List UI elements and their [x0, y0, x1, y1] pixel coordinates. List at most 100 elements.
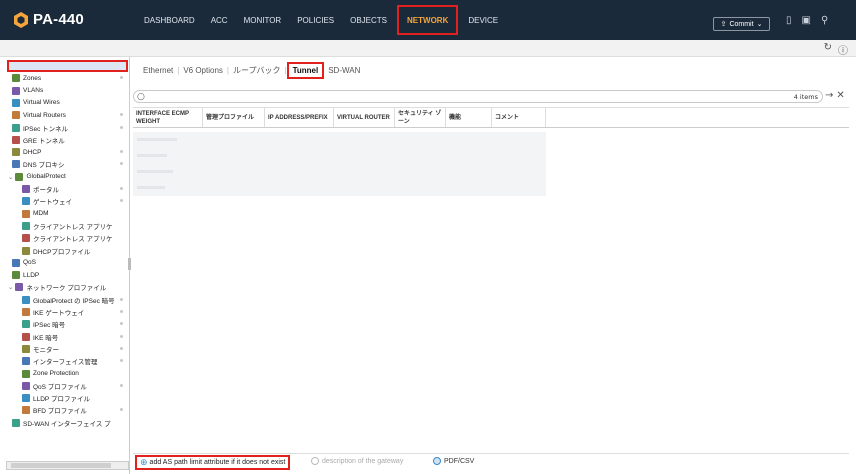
column-header[interactable]: コメント [492, 108, 546, 127]
commit-button[interactable]: ⇪ Commit ⌄ [713, 17, 770, 31]
redacted-table-rows [133, 132, 546, 196]
chevron-down-icon[interactable]: ⌄ [8, 283, 13, 291]
sidebar-item[interactable]: LLDP [12, 269, 129, 281]
delete-button[interactable]: description of the gateway [311, 457, 403, 465]
sidebar-resize-handle[interactable] [128, 258, 131, 270]
column-header[interactable]: 機能 [446, 108, 492, 127]
help-icon[interactable]: ⓘ [838, 42, 848, 57]
sidebar-item[interactable]: Zones [12, 72, 129, 84]
sidebar-item[interactable]: IKE ゲートウェイ [22, 306, 129, 318]
sidebar-item-label: Zones [23, 74, 42, 82]
sidebar-horizontal-scrollbar[interactable] [6, 461, 129, 470]
column-header[interactable]: VIRTUAL ROUTER [334, 108, 395, 127]
sidebar-item[interactable]: ゲートウェイ [22, 195, 129, 207]
header-tools: ▯ ▣ ⚲ [786, 15, 828, 26]
interface-mgmt-icon [22, 357, 30, 366]
tab-loopback[interactable]: ループバック [229, 65, 285, 76]
scrollbar-thumb[interactable] [11, 463, 111, 468]
sidebar-item[interactable]: SD-WAN インターフェイス プ [12, 417, 129, 429]
tab-sd-wan[interactable]: SD-WAN [324, 66, 364, 75]
sidebar-item[interactable]: LLDP プロファイル [22, 392, 129, 404]
sidebar-item-label: DHCPプロファイル [33, 248, 91, 256]
clear-filter-icon[interactable]: ✕ [836, 90, 844, 101]
column-header[interactable]: 管理プロファイル [203, 108, 265, 127]
sidebar-item[interactable]: VLANs [12, 85, 129, 97]
nav-objects[interactable]: OBJECTS [342, 0, 395, 40]
table-row [137, 186, 165, 189]
config-lock-icon[interactable]: ▯ [786, 15, 792, 26]
add-button[interactable]: ⊕ add AS path limit attribute if it does… [135, 455, 291, 470]
search-icon: ○ [137, 92, 145, 102]
column-header[interactable]: INTERFACE ECMP WEIGHT [133, 108, 203, 127]
apply-filter-icon[interactable]: → [825, 90, 833, 101]
sidebar-item[interactable]: GRE トンネル [12, 134, 129, 146]
sidebar-item[interactable]: DHCPプロファイル [22, 245, 129, 257]
sidebar-item[interactable]: クライアントレス アプリケ [22, 220, 129, 232]
sidebar-item[interactable]: ⌄ ネットワーク プロファイル [8, 281, 129, 293]
config-save-icon[interactable]: ▣ [802, 15, 811, 26]
zones-icon [12, 74, 20, 83]
sidebar-item[interactable]: BFD プロファイル [22, 404, 129, 416]
sidebar-item[interactable]: DHCP [12, 146, 129, 158]
qos-icon [12, 258, 20, 267]
search-icon[interactable]: ⚲ [821, 15, 828, 26]
sidebar-item-label: DHCP [23, 148, 42, 156]
sidebar-item[interactable]: Zone Protection [22, 368, 129, 380]
sidebar-item[interactable]: インターフェイス管理 [22, 355, 129, 367]
sidebar-item[interactable]: IPSec トンネル [12, 122, 129, 134]
sidebar-item-label: DNS プロキシ [23, 162, 65, 170]
status-dot [120, 322, 123, 326]
tab-tunnel[interactable]: Tunnel [286, 62, 325, 79]
filter-input[interactable]: ○ 4 items [133, 90, 823, 103]
nav-acc[interactable]: ACC [203, 0, 236, 40]
sidebar-item[interactable]: QoS プロファイル [22, 380, 129, 392]
interface-tabs: Ethernet | V6 Options | ループバック | Tunnel … [139, 62, 364, 79]
sidebar-item[interactable]: クライアントレス アプリケ [22, 232, 129, 244]
item-count: 4 items [793, 93, 818, 101]
chevron-down-icon: ⌄ [756, 21, 763, 28]
nav-device[interactable]: DEVICE [460, 0, 506, 40]
status-dot [120, 76, 123, 80]
sidebar-item-label: IPSec トンネル [23, 125, 69, 133]
sidebar-tree: インターフェイスZonesVLANsVirtual WiresVirtual R… [0, 57, 130, 474]
clientless-app-icon [22, 221, 30, 230]
app-logo[interactable]: PA-440 [14, 11, 84, 28]
nav-monitor[interactable]: MONITOR [236, 0, 290, 40]
tunnel-interface-table: INTERFACE ECMP WEIGHT 管理プロファイル IP ADDRES… [133, 107, 849, 128]
sidebar-item[interactable]: ⌄ GlobalProtect [8, 171, 129, 183]
sidebar-item[interactable]: DNS プロキシ [12, 158, 129, 170]
gre-tunnel-icon [12, 135, 20, 144]
top-navigation-bar: PA-440 DASHBOARD ACC MONITOR POLICIES OB… [0, 0, 856, 40]
filter-actions: → ✕ [825, 90, 845, 101]
sidebar-item[interactable]: IKE 暗号 [22, 331, 129, 343]
nav-policies[interactable]: POLICIES [289, 0, 342, 40]
sidebar-item[interactable]: ポータル [22, 183, 129, 195]
sidebar-item-label: SD-WAN インターフェイス プ [23, 420, 111, 428]
tab-ethernet[interactable]: Ethernet [139, 66, 177, 75]
table-row [137, 138, 177, 141]
sidebar-item[interactable]: MDM [22, 208, 129, 220]
sidebar-item[interactable]: Virtual Wires [12, 97, 129, 109]
sidebar-item[interactable]: GlobalProtect の IPSec 暗号 [22, 294, 129, 306]
column-header[interactable]: IP ADDRESS/PREFIX [265, 108, 334, 127]
sidebar-item-label: VLANs [23, 87, 44, 95]
sidebar-item[interactable]: Virtual Routers [12, 109, 129, 121]
nav-dashboard[interactable]: DASHBOARD [136, 0, 203, 40]
add-label: add AS path limit attribute if it does n… [149, 459, 286, 466]
status-dot [120, 383, 123, 387]
chevron-down-icon[interactable]: ⌄ [8, 173, 13, 181]
refresh-icon[interactable]: ↻ [824, 42, 832, 57]
column-header[interactable]: セキュリティ ゾーン [395, 108, 446, 127]
gp-ipsec-crypto-icon [22, 295, 30, 304]
sidebar-item[interactable]: モニター [22, 343, 129, 355]
status-dot [120, 346, 123, 350]
nav-network[interactable]: NETWORK [397, 5, 459, 35]
tab-v6-options[interactable]: V6 Options [179, 66, 227, 75]
sidebar-item[interactable]: IPSec 暗号 [22, 318, 129, 330]
ipsec-tunnel-icon [12, 123, 20, 132]
status-dot [120, 297, 123, 301]
delete-icon [311, 457, 319, 465]
status-dot [120, 334, 123, 338]
sidebar-item[interactable]: QoS [12, 257, 129, 269]
pdf-csv-button[interactable]: PDF/CSV [433, 457, 474, 465]
